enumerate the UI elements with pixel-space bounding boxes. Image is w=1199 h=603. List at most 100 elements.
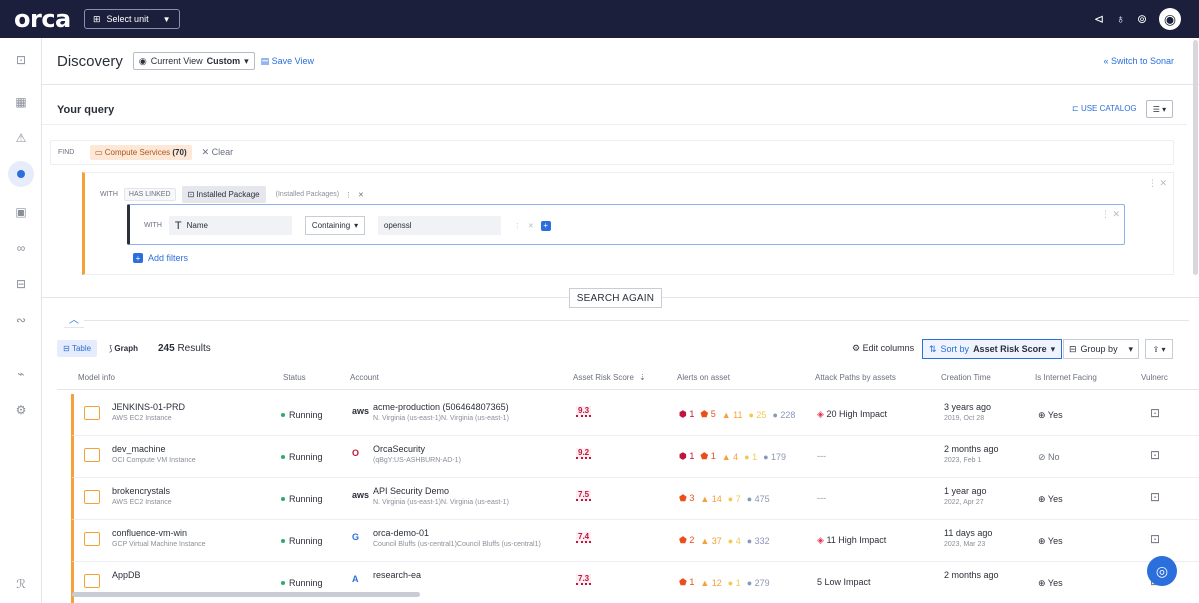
attack-path-icon[interactable]: ∞ — [0, 234, 42, 262]
high-alerts[interactable]: ⬟ 1 — [679, 577, 694, 588]
info-alerts[interactable]: ● 228 — [772, 410, 795, 420]
vulnerability-icon[interactable]: ⊡ — [1150, 406, 1160, 420]
close-icon[interactable]: ✕ — [358, 191, 364, 199]
remove-nested-icon[interactable]: ⋮ ✕ — [1101, 209, 1120, 220]
high-alerts[interactable]: ⬟ 5 — [700, 409, 715, 420]
widgets-icon[interactable]: ▦ — [0, 88, 42, 116]
automation-icon[interactable]: ⌁ — [0, 360, 42, 388]
edit-columns-button[interactable]: ⚙ Edit columns — [852, 343, 914, 354]
vulnerability-icon[interactable]: ⊡ — [1150, 532, 1160, 546]
use-catalog-button[interactable]: ⊏ USE CATALOG — [1072, 104, 1137, 113]
medium-alerts[interactable]: ▲ 12 — [700, 578, 721, 588]
dashboard-icon[interactable]: ⊡ — [0, 46, 42, 74]
user-menu-icon[interactable]: ℛ — [0, 570, 42, 598]
tab-graph[interactable]: ⟆ Graph — [103, 340, 144, 357]
installed-package-chip[interactable]: ⊡ Installed Package — [181, 186, 266, 203]
attack-paths[interactable]: 5 Low Impact — [817, 577, 871, 587]
medium-alerts[interactable]: ▲ 4 — [722, 452, 738, 462]
discovery-icon[interactable] — [0, 160, 42, 188]
field-selector[interactable]: T Name — [168, 216, 292, 235]
critical-alerts[interactable]: ⬢ 1 — [679, 409, 694, 420]
column-header[interactable]: Asset Risk Score — [573, 373, 634, 382]
table-row[interactable]: brokencrystals AWS EC2 Instance Running … — [71, 478, 1199, 520]
settings-icon[interactable]: ⚙ — [0, 396, 42, 424]
info-alerts[interactable]: ● 279 — [747, 578, 770, 588]
megaphone-icon[interactable]: ⊲ — [1094, 12, 1104, 26]
info-alerts[interactable]: ● 475 — [747, 494, 770, 504]
close-icon[interactable]: ✕ — [528, 222, 534, 230]
high-alerts[interactable]: ⬟ 1 — [700, 451, 715, 462]
model-name[interactable]: brokencrystals — [112, 486, 170, 496]
info-alerts[interactable]: ● 332 — [747, 536, 770, 546]
bell-icon[interactable]: ♁ — [1116, 12, 1125, 26]
collapse-query-button[interactable]: ︿ — [64, 310, 84, 328]
low-alerts[interactable]: ● 1 — [728, 578, 741, 588]
column-header[interactable]: Attack Paths by assets — [815, 373, 896, 382]
low-alerts[interactable]: ● 1 — [744, 452, 757, 462]
account-name[interactable]: orca-demo-01 — [373, 528, 429, 538]
remove-with-icon[interactable]: ⋮ ✕ — [1148, 178, 1167, 189]
table-row[interactable]: dev_machine OCI Compute VM Instance Runn… — [71, 436, 1199, 478]
compliance-icon[interactable]: ⊟ — [0, 270, 42, 298]
more-icon[interactable]: ⋮ — [514, 222, 521, 230]
medium-alerts[interactable]: ▲ 37 — [700, 536, 721, 546]
column-header[interactable]: Model info — [78, 373, 115, 382]
attack-paths[interactable]: ◈ 20 High Impact — [817, 409, 887, 420]
column-header[interactable]: Account — [350, 373, 379, 382]
horizontal-scrollbar[interactable] — [72, 592, 420, 597]
column-header[interactable]: Vulnerc — [1141, 373, 1168, 382]
model-name[interactable]: confluence-vm-win — [112, 528, 187, 538]
column-header[interactable]: Status — [283, 373, 306, 382]
medium-alerts[interactable]: ▲ 11 — [722, 410, 743, 420]
current-view-dropdown[interactable]: ◉ Current View Custom ▾ — [132, 52, 255, 70]
query-options-button[interactable]: ☰ ▾ — [1146, 100, 1173, 118]
model-name[interactable]: AppDB — [112, 570, 141, 580]
orca-logo[interactable]: orca — [14, 5, 76, 33]
more-icon[interactable]: ⋮ — [345, 191, 352, 199]
tab-table[interactable]: ⊟ Table — [57, 340, 98, 357]
sort-icon[interactable]: ⇣ — [639, 373, 646, 382]
high-alerts[interactable]: ⬟ 2 — [679, 535, 694, 546]
account-name[interactable]: acme-production (506464807365) — [373, 402, 509, 412]
critical-alerts[interactable]: ⬢ 1 — [679, 451, 694, 462]
high-alerts[interactable]: ⬟ 3 — [679, 493, 694, 504]
has-linked-selector[interactable]: HAS LINKED — [123, 188, 176, 201]
search-again-button[interactable]: SEARCH AGAIN — [569, 288, 662, 308]
model-name[interactable]: dev_machine — [112, 444, 166, 454]
table-row[interactable]: confluence-vm-win GCP Virtual Machine In… — [71, 520, 1199, 562]
chat-support-button[interactable]: ◎ — [1147, 556, 1177, 586]
integrations-icon[interactable]: ∾ — [0, 306, 42, 334]
column-header[interactable]: Creation Time — [941, 373, 991, 382]
column-header[interactable]: Is Internet Facing — [1035, 373, 1097, 382]
add-filters-button[interactable]: + Add filters — [133, 253, 188, 263]
account-name[interactable]: research-ea — [373, 570, 421, 580]
export-button[interactable]: ⇪ ▾ — [1145, 339, 1173, 359]
low-alerts[interactable]: ● 7 — [728, 494, 741, 504]
alerts-icon[interactable]: ⚠ — [0, 124, 42, 152]
avatar[interactable]: ◉ — [1159, 8, 1181, 30]
save-view-button[interactable]: ▤ Save View — [261, 56, 314, 67]
compute-services-chip[interactable]: ▭ Compute Services (70) — [90, 145, 192, 160]
model-name[interactable]: JENKINS-01-PRD — [112, 402, 185, 412]
account-name[interactable]: OrcaSecurity — [373, 444, 425, 454]
medium-alerts[interactable]: ▲ 14 — [700, 494, 721, 504]
low-alerts[interactable]: ● 25 — [748, 410, 766, 420]
switch-to-sonar-link[interactable]: « Switch to Sonar — [1103, 56, 1174, 66]
sort-by-dropdown[interactable]: ⇅ Sort by Asset Risk Score ▾ — [922, 339, 1063, 359]
help-icon[interactable]: ⊚ — [1137, 12, 1147, 26]
operator-dropdown[interactable]: Containing ▾ — [304, 216, 365, 235]
info-alerts[interactable]: ● 179 — [763, 452, 786, 462]
select-unit-dropdown[interactable]: ⊞ Select unit ▼ — [84, 9, 180, 29]
clear-button[interactable]: ✕ Clear — [202, 147, 234, 158]
value-input[interactable]: openssl — [377, 216, 501, 235]
vulnerability-icon[interactable]: ⊡ — [1150, 448, 1160, 462]
low-alerts[interactable]: ● 4 — [728, 536, 741, 546]
group-by-dropdown[interactable]: ⊟ Group by ▾ — [1063, 339, 1139, 359]
account-name[interactable]: API Security Demo — [373, 486, 449, 496]
inventory-icon[interactable]: ▣ — [0, 198, 42, 226]
table-row[interactable]: JENKINS-01-PRD AWS EC2 Instance Running … — [71, 394, 1199, 436]
attack-paths[interactable]: ◈ 11 High Impact — [817, 535, 886, 546]
add-condition-button[interactable]: + — [540, 220, 551, 231]
vulnerability-icon[interactable]: ⊡ — [1150, 490, 1160, 504]
vertical-scrollbar[interactable] — [1193, 40, 1198, 275]
